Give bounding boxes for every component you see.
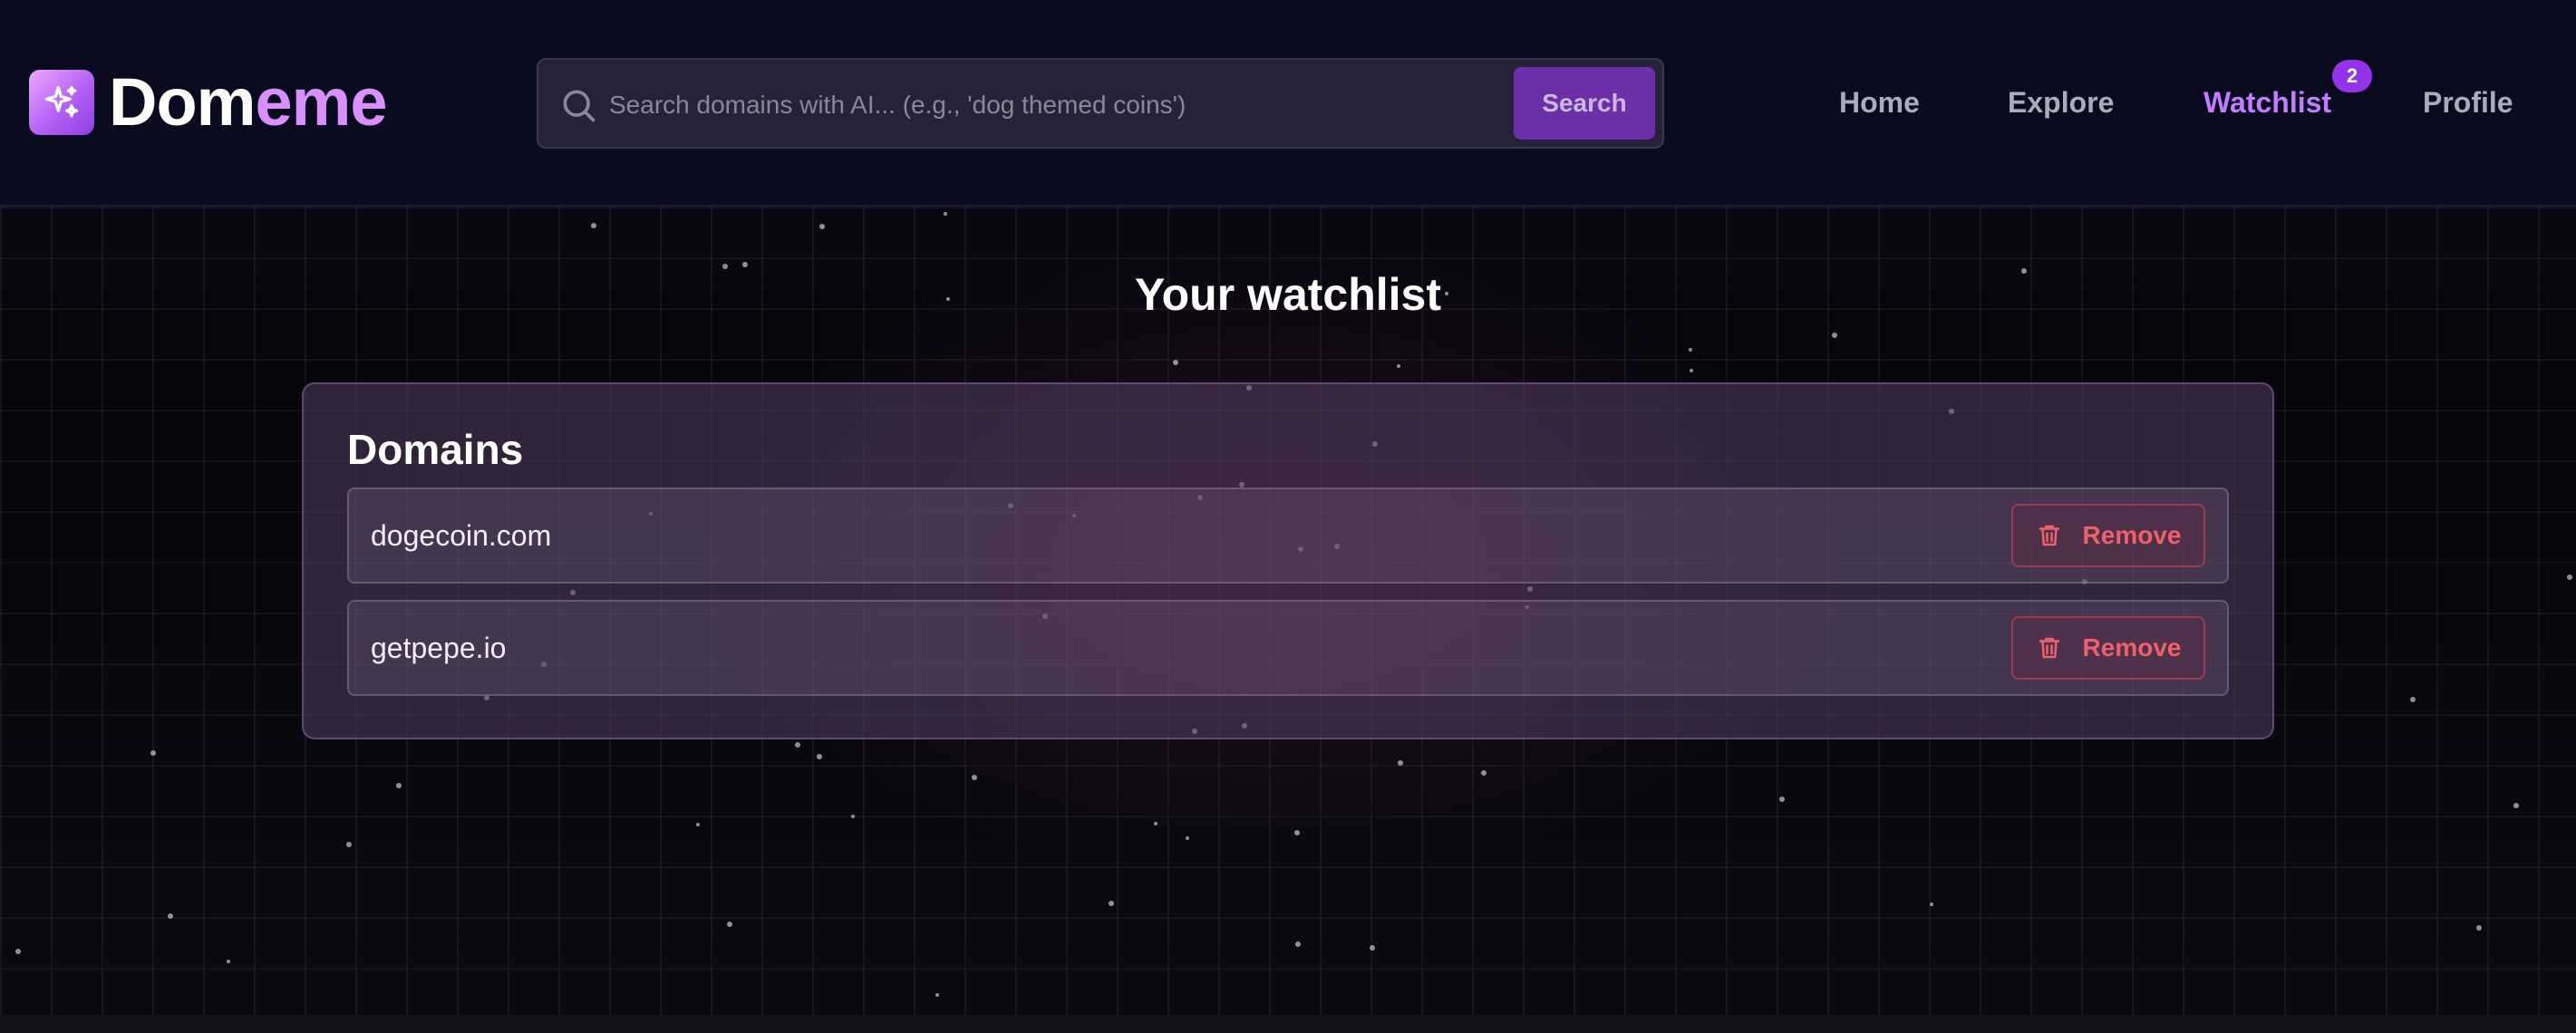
page-title: Your watchlist [1134, 269, 1441, 320]
search-bar: Search [537, 58, 1664, 149]
remove-button-label: Remove [2082, 633, 2182, 661]
sparkles-icon [44, 85, 79, 118]
domains-panel: Domains dogecoin.com Remove getpepe.io R… [302, 382, 2274, 739]
nav-home[interactable]: Home [1839, 82, 1920, 123]
page: Domeme Search Home Explore Watchlist 2 P… [0, 0, 2576, 1033]
domain-name: getpepe.io [371, 632, 507, 664]
trash-icon [2039, 525, 2059, 546]
bottom-edge [0, 1015, 2576, 1033]
domain-name: dogecoin.com [371, 519, 552, 552]
logo[interactable] [29, 70, 94, 135]
brand-name[interactable]: Domeme [109, 60, 388, 145]
nav-watchlist[interactable]: Watchlist [2203, 82, 2331, 123]
nav-explore[interactable]: Explore [2008, 82, 2114, 123]
search-button[interactable]: Search [1514, 67, 1655, 140]
domain-row: dogecoin.com Remove [347, 488, 2229, 584]
search-icon [563, 90, 596, 122]
remove-button-label: Remove [2082, 521, 2182, 549]
top-navigation-bar: Domeme Search Home Explore Watchlist 2 P… [0, 0, 2576, 207]
trash-icon [2039, 637, 2059, 659]
panel-title: Domains [347, 426, 524, 473]
remove-button[interactable]: Remove [2011, 504, 2205, 567]
watchlist-count-badge: 2 [2332, 60, 2372, 92]
remove-button[interactable]: Remove [2011, 616, 2205, 680]
brand-name-part1: Dom [109, 64, 256, 140]
nav-profile[interactable]: Profile [2423, 82, 2513, 123]
brand-name-part2: eme [255, 64, 387, 140]
search-input[interactable] [609, 78, 1370, 132]
domain-row: getpepe.io Remove [347, 600, 2229, 696]
